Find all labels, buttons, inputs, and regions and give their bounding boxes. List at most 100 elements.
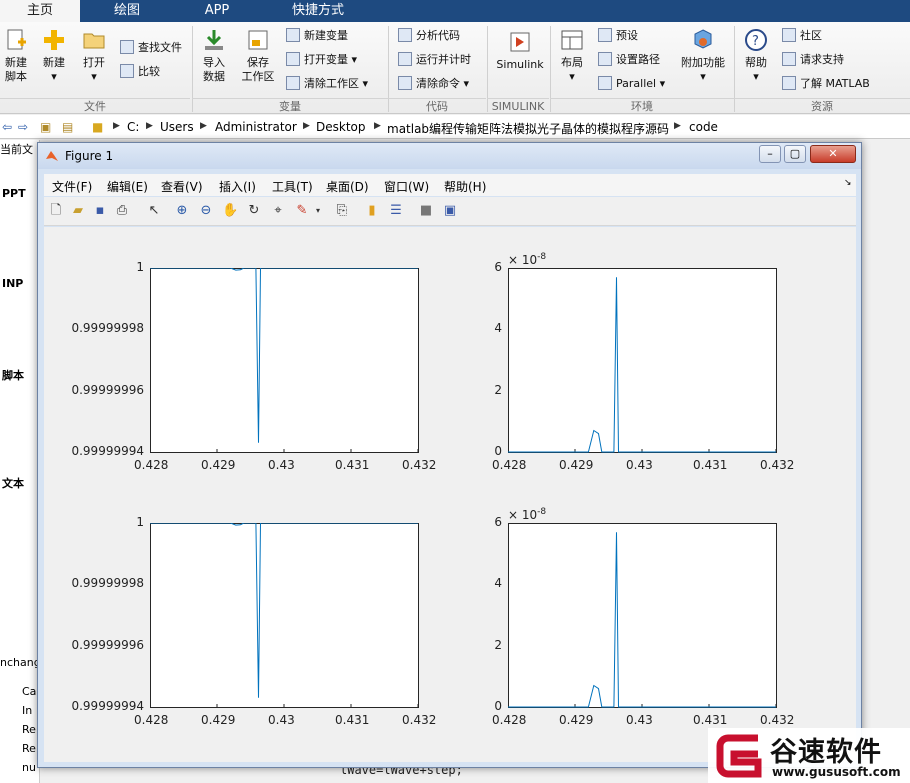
zoom-out-icon[interactable]: ⊖	[198, 203, 214, 219]
save-workspace-label: 保存 工作区	[241, 56, 275, 83]
clear-workspace-button[interactable]: 清除工作区 ▾	[286, 75, 368, 93]
menu-insert[interactable]: 插入(I)	[219, 178, 256, 195]
hide-plot-tools-icon[interactable]: ■	[418, 203, 434, 219]
save-workspace-button[interactable]: 保存 工作区	[238, 28, 278, 84]
breadcrumb-item[interactable]: matlab编程传输矩阵法模拟光子晶体的模拟程序源码	[387, 120, 669, 137]
print-icon[interactable]: ⎙	[114, 203, 130, 219]
help-button[interactable]: ? 帮助 ▾	[740, 28, 772, 84]
dock-arrow-icon[interactable]: ↘	[844, 178, 852, 188]
add-ons-icon	[691, 28, 715, 52]
breadcrumb-item[interactable]: code	[689, 120, 718, 134]
up-folder-icon[interactable]: ▣	[40, 120, 51, 134]
request-support-button[interactable]: 请求支持	[782, 51, 844, 69]
pane-title: nchang	[0, 656, 40, 669]
brush-icon[interactable]: ✎	[294, 203, 310, 219]
analyze-code-button[interactable]: 分析代码	[398, 27, 460, 45]
add-ons-label: 附加功能	[681, 56, 725, 69]
tab-plots[interactable]: 绘图	[82, 0, 172, 22]
maximize-button[interactable]: ▢	[784, 145, 806, 163]
simulink-button[interactable]: Simulink	[494, 30, 546, 72]
community-button[interactable]: 社区	[782, 27, 822, 45]
tab-home[interactable]: 主页	[0, 0, 80, 22]
new-script-button[interactable]: 新建 脚本	[2, 28, 30, 84]
menu-help[interactable]: 帮助(H)	[444, 178, 486, 195]
open-variable-button[interactable]: 打开变量 ▾	[286, 51, 357, 69]
menu-window[interactable]: 窗口(W)	[384, 178, 429, 195]
data-cursor-icon[interactable]: ⌖	[270, 203, 286, 219]
compare-button[interactable]: 比较	[120, 63, 160, 81]
chevron-down-icon[interactable]: ▾	[310, 203, 326, 219]
tab-apps[interactable]: APP	[174, 0, 260, 22]
find-files-button[interactable]: 查找文件	[120, 39, 182, 57]
chevron-down-icon: ▾	[700, 70, 706, 83]
breadcrumb-item[interactable]: C:	[127, 120, 139, 134]
list-item[interactable]: nu	[22, 761, 36, 774]
list-item[interactable]: Ca	[22, 685, 36, 698]
group-file-label: 文件	[0, 98, 190, 113]
help-label: 帮助	[745, 56, 767, 69]
parallel-button[interactable]: Parallel ▾	[598, 75, 665, 93]
open-file-icon[interactable]: ▰	[70, 203, 86, 219]
folder-item[interactable]: PPT	[2, 187, 26, 200]
folder-item[interactable]: 脚本	[2, 367, 24, 383]
breadcrumb-item[interactable]: Desktop	[316, 120, 366, 134]
x-tick-label: 0.428	[492, 713, 527, 727]
pan-hand-icon[interactable]: ✋	[222, 203, 238, 219]
layout-label: 布局	[561, 56, 583, 69]
layout-button[interactable]: 布局 ▾	[556, 28, 588, 84]
add-ons-button[interactable]: 附加功能 ▾	[678, 28, 728, 84]
y-tick-label: 6	[494, 260, 502, 274]
link-plot-icon[interactable]: ⎘	[334, 203, 350, 219]
x-tick-label: 0.43	[268, 458, 295, 472]
show-plot-tools-icon[interactable]: ▣	[442, 203, 458, 219]
list-item[interactable]: In	[22, 704, 32, 717]
tab-shortcuts[interactable]: 快捷方式	[262, 0, 374, 22]
axes-2[interactable]	[508, 268, 777, 453]
preferences-button[interactable]: 预设	[598, 27, 638, 45]
breadcrumb-item[interactable]: Administrator	[215, 120, 297, 134]
open-button[interactable]: 打开 ▾	[78, 28, 110, 84]
menu-tools[interactable]: 工具(T)	[272, 178, 313, 195]
figure-title-bar[interactable]: Figure 1 – ▢ ✕	[38, 143, 861, 169]
set-path-label: 设置路径	[616, 53, 660, 66]
folder-item[interactable]: INP	[2, 277, 23, 290]
menu-view[interactable]: 查看(V)	[161, 178, 203, 195]
minimize-button[interactable]: –	[759, 145, 781, 163]
browse-folder-icon[interactable]: ▤	[62, 120, 73, 134]
folder-item[interactable]: 文本	[2, 475, 24, 491]
save-icon[interactable]: ▪	[92, 203, 108, 219]
learn-matlab-button[interactable]: 了解 MATLAB	[782, 75, 870, 93]
axes-1[interactable]	[150, 268, 419, 453]
group-variable-label: 变量	[192, 98, 388, 113]
clear-commands-button[interactable]: 清除命令 ▾	[398, 75, 469, 93]
run-and-time-button[interactable]: 运行并计时	[398, 51, 471, 69]
rotate-3d-icon[interactable]: ↻	[246, 203, 262, 219]
exponent-power: -8	[537, 507, 547, 517]
zoom-in-icon[interactable]: ⊕	[174, 203, 190, 219]
back-icon[interactable]: ⇦	[2, 120, 12, 134]
menu-edit[interactable]: 编辑(E)	[107, 178, 148, 195]
close-button[interactable]: ✕	[810, 145, 856, 163]
menu-desktop[interactable]: 桌面(D)	[326, 178, 369, 195]
set-path-button[interactable]: 设置路径	[598, 51, 660, 69]
colorbar-icon[interactable]: ▮	[364, 203, 380, 219]
breadcrumb-item[interactable]: Users	[160, 120, 194, 134]
axes-3[interactable]	[150, 523, 419, 708]
list-item[interactable]: Re	[22, 742, 36, 755]
pointer-icon[interactable]: ↖	[146, 203, 162, 219]
menu-file[interactable]: 文件(F)	[52, 178, 92, 195]
x-tick-label: 0.43	[268, 713, 295, 727]
forward-icon[interactable]: ⇨	[18, 120, 28, 134]
new-button[interactable]: 新建 ▾	[38, 28, 70, 84]
breadcrumb-separator-icon: ▶	[674, 121, 681, 131]
legend-icon[interactable]: ☰	[388, 203, 404, 219]
new-figure-icon[interactable]: 🗋	[48, 203, 64, 219]
import-data-button[interactable]: 导入 数据	[198, 28, 230, 84]
y-tick-label: 0.99999998	[71, 321, 144, 336]
brand-name: 谷速软件	[770, 737, 882, 768]
new-variable-button[interactable]: 新建变量	[286, 27, 348, 45]
list-item[interactable]: Re	[22, 723, 36, 736]
axes-4[interactable]	[508, 523, 777, 708]
clear-workspace-label: 清除工作区	[304, 77, 359, 90]
learn-matlab-label: 了解 MATLAB	[800, 77, 870, 90]
